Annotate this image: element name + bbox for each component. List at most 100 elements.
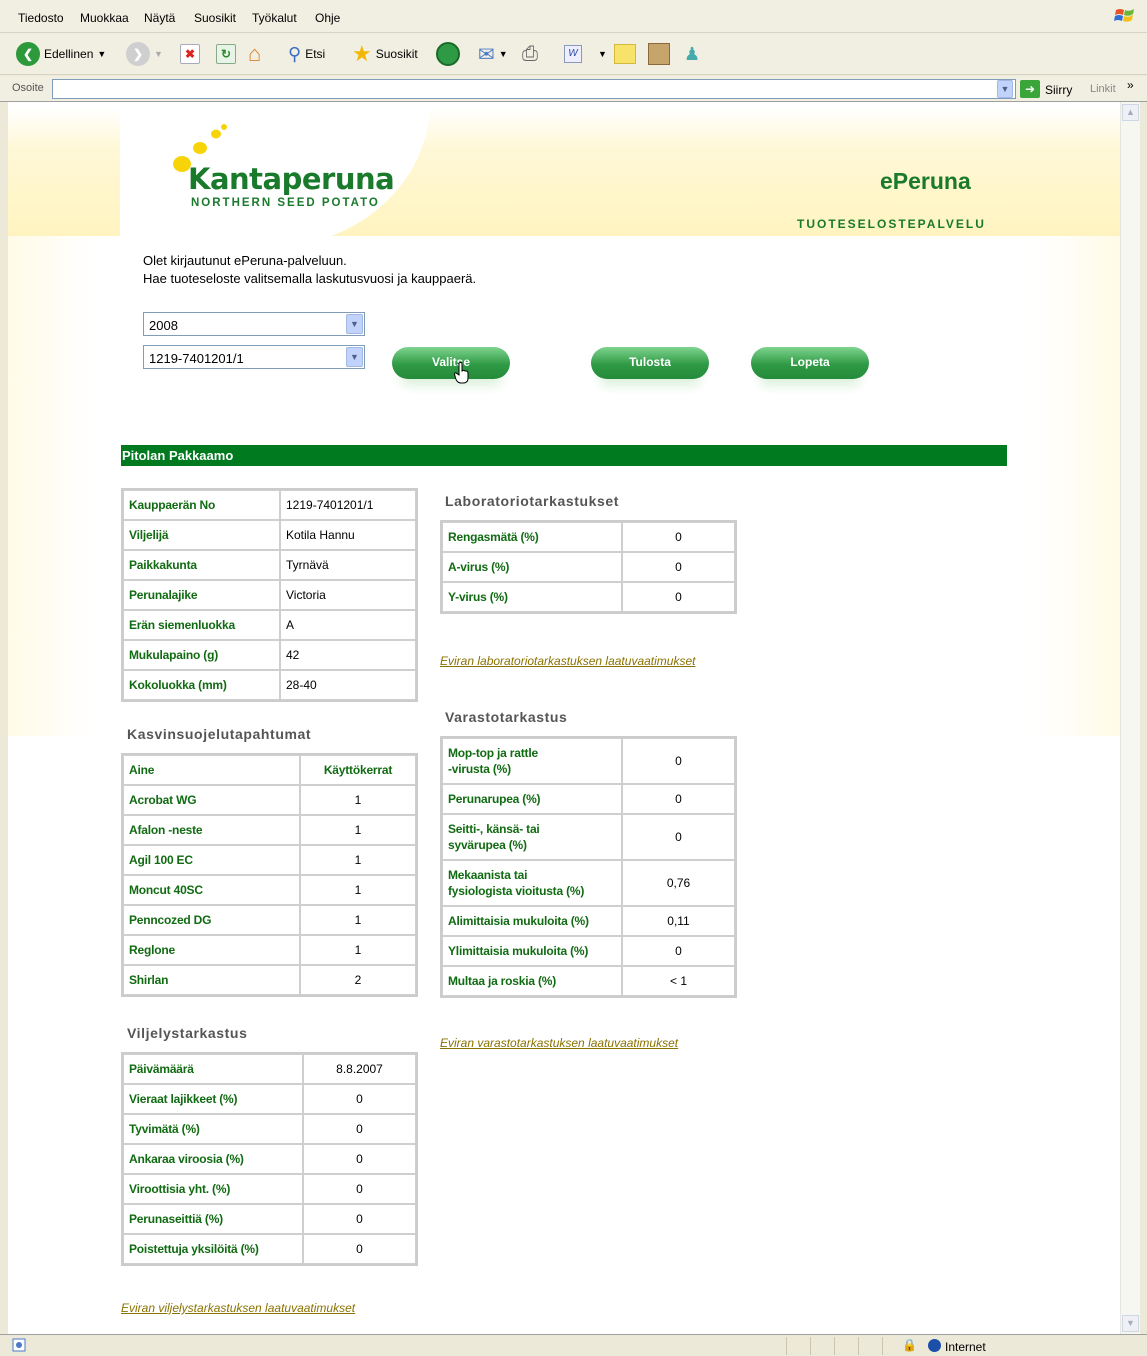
menu-help[interactable]: Ohje [315,11,340,25]
go-button[interactable]: Siirry [1045,83,1072,97]
field-inspection-link[interactable]: Eviran viljelystarkastuksen laatuvaatimu… [121,1301,355,1315]
mail-dropdown-icon[interactable]: ▼ [499,49,508,59]
row-label: Alimittaisia mukuloita (%) [442,906,622,936]
chevron-down-icon[interactable]: ▼ [346,314,363,334]
field-inspection-table: Päivämäärä 8.8.2007 Vieraat lajikkeet (%) 0… [121,1052,418,1266]
status-divider [882,1337,883,1355]
quit-button[interactable]: Lopeta [751,347,869,379]
table-row: Penncozed DG 1 [123,905,416,935]
address-bar: Osoite ▼ ➜ Siirry Linkit » [0,76,1147,102]
table-row: Kauppaerän No 1219-7401201/1 [123,490,416,520]
instruction-text: Hae tuoteseloste valitsemalla laskutusvu… [143,271,477,286]
table-row: Acrobat WG 1 [123,785,416,815]
lot-select[interactable]: 1219-7401201/1 ▼ [143,345,365,369]
links-label[interactable]: Linkit [1090,83,1116,95]
select-button[interactable]: Valitse [392,347,510,379]
forward-button[interactable]: ❯ ▼ [126,41,163,67]
address-input[interactable] [52,79,1016,99]
note-icon [614,44,636,64]
table-row: Seitti-, känsä- tai syvärupea (%) 0 [442,814,735,860]
table-row: Tyvimätä (%) 0 [123,1114,416,1144]
row-value: 42 [280,640,416,670]
table-row: Perunalajike Victoria [123,580,416,610]
table-row: Y-virus (%) 0 [442,582,735,612]
toolbar: ❮ Edellinen ▼ ❯ ▼ ✖ ↻ ⌂ ⚲ Etsi ★ Suosiki… [0,33,1147,75]
plant-protection-title: Kasvinsuojelutapahtumat [127,726,312,742]
column-header: Käyttökerrat [300,755,416,785]
table-row: Päivämäärä 8.8.2007 [123,1054,416,1084]
row-value: 0 [303,1174,416,1204]
back-button[interactable]: ❮ Edellinen ▼ [16,41,106,67]
research-button[interactable] [648,41,670,67]
history-button[interactable] [436,41,460,67]
storage-inspection-link[interactable]: Eviran varastotarkastuksen laatuvaatimuk… [440,1036,678,1050]
stop-button[interactable]: ✖ [180,41,200,67]
refresh-icon: ↻ [216,44,236,64]
row-value: 0 [622,738,735,784]
lab-inspection-link[interactable]: Eviran laboratoriotarkastuksen laatuvaat… [440,654,695,668]
browser-window: Tiedosto Muokkaa Näytä Suosikit Työkalut… [0,0,1147,1356]
back-dropdown-icon[interactable]: ▼ [97,49,106,59]
address-dropdown-icon[interactable]: ▼ [997,80,1013,98]
row-value: < 1 [622,966,735,996]
row-label: Mekaanista tai fysiologista vioitusta (%… [442,860,622,906]
back-label: Edellinen [44,47,94,61]
messenger-button[interactable]: ♟ [684,41,700,67]
row-value: 1 [300,935,416,965]
scroll-up-icon[interactable]: ▲ [1122,104,1139,121]
notes-button[interactable] [614,41,636,67]
table-row: Mukulapaino (g) 42 [123,640,416,670]
mail-icon: ✉ [478,43,495,66]
row-value: 0 [303,1234,416,1264]
column-header: Aine [123,755,300,785]
row-value: 0 [622,936,735,966]
scroll-down-icon[interactable]: ▼ [1122,1315,1139,1332]
table-row: Vieraat lajikkeet (%) 0 [123,1084,416,1114]
row-value: 0 [622,814,735,860]
table-row: A-virus (%) 0 [442,552,735,582]
status-divider [834,1337,835,1355]
row-value: 28-40 [280,670,416,700]
row-label: Kauppaerän No [123,490,280,520]
edit-dropdown-icon[interactable]: ▼ [598,49,607,59]
menu-view[interactable]: Näytä [144,11,175,25]
lot-info-table: Kauppaerän No 1219-7401201/1 Viljelijä Koti… [121,488,418,702]
print-page-button[interactable]: Tulosta [591,347,709,379]
row-label: Acrobat WG [123,785,300,815]
table-row: Poistettuja yksilöitä (%) 0 [123,1234,416,1264]
forward-arrow-icon: ❯ [126,42,150,66]
globe-icon [928,1339,941,1352]
row-value: 1219-7401201/1 [280,490,416,520]
favorites-button[interactable]: ★ Suosikit [352,41,418,67]
table-row: Mekaanista tai fysiologista vioitusta (%… [442,860,735,906]
refresh-button[interactable]: ↻ [216,41,236,67]
table-row: Agil 100 EC 1 [123,845,416,875]
search-button[interactable]: ⚲ Etsi [288,41,325,67]
print-button[interactable]: ⎙ [522,41,538,67]
menu-tools[interactable]: Työkalut [252,11,297,25]
menu-edit[interactable]: Muokkaa [80,11,129,25]
star-icon: ★ [352,41,372,66]
mail-button[interactable]: ✉ ▼ [478,41,508,67]
lab-inspection-table: Rengasmätä (%) 0 A-virus (%) 0 Y-virus (%) 0 [440,520,737,614]
menu-file[interactable]: Tiedosto [18,11,64,25]
service-name: ePeruna [880,168,971,194]
storage-inspection-table: Mop-top ja rattle -virusta (%) 0 Perunarup… [440,736,737,998]
go-arrow-icon[interactable]: ➜ [1020,80,1040,98]
security-zone: Internet [945,1340,986,1354]
row-label: Shirlan [123,965,300,995]
chevron-down-icon[interactable]: ▼ [346,347,363,367]
edit-button[interactable]: W ▼ [564,41,607,67]
vertical-scrollbar[interactable]: ▲ ▼ [1120,102,1140,1334]
menu-bar: Tiedosto Muokkaa Näytä Suosikit Työkalut… [0,0,1147,33]
table-row: Perunaseittiä (%) 0 [123,1204,416,1234]
row-label: Seitti-, känsä- tai syvärupea (%) [442,814,622,860]
year-select[interactable]: 2008 ▼ [143,312,365,336]
home-button[interactable]: ⌂ [248,41,261,67]
chevron-right-icon[interactable]: » [1127,78,1134,92]
menu-favorites[interactable]: Suosikit [194,11,236,25]
row-label: Y-virus (%) [442,582,622,612]
page-viewport: Kantaperuna NORTHERN SEED POTATO ePeruna… [8,102,1120,1334]
row-label: Viljelijä [123,520,280,550]
table-row: Erän siemenluokka A [123,610,416,640]
